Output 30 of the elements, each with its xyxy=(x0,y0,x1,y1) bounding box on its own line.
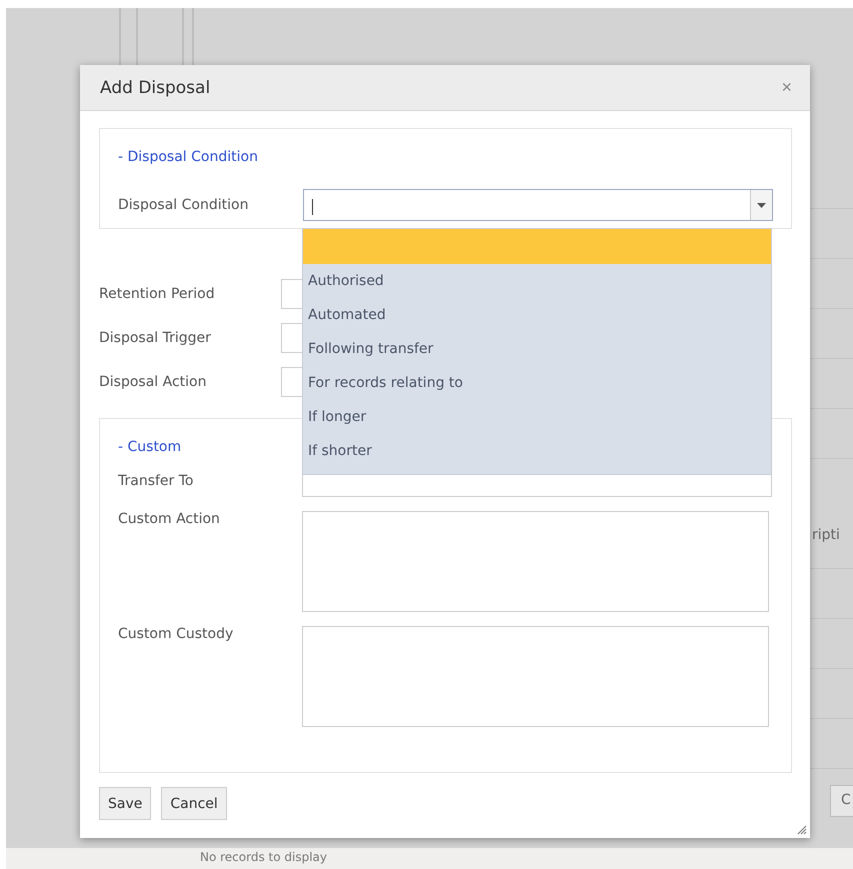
text-cursor xyxy=(312,199,313,215)
field-label: Disposal Trigger xyxy=(99,330,212,346)
field-label: Retention Period xyxy=(99,286,216,302)
highlighted-option[interactable] xyxy=(303,229,771,264)
column-header: ripti xyxy=(812,527,840,543)
field-label: Transfer To xyxy=(118,473,194,489)
combo-field[interactable] xyxy=(303,189,773,221)
caret-icon xyxy=(757,202,766,208)
section-toggle[interactable]: - Custom xyxy=(118,439,182,455)
dropdown-option[interactable]: Automated xyxy=(303,298,771,332)
field-label: Custom Action xyxy=(118,511,221,529)
empty-message: No records to display xyxy=(200,850,328,864)
field-label: Disposal Condition xyxy=(118,197,248,213)
dialog-title: Add Disposal xyxy=(100,78,210,98)
text-area[interactable] xyxy=(302,511,769,612)
dropdown-option[interactable]: Authorised xyxy=(303,264,771,298)
dropdown-option[interactable]: If shorter xyxy=(303,434,771,468)
field-label: Custom Custody xyxy=(118,626,234,644)
dropdown-option[interactable]: If longer xyxy=(303,400,771,434)
text-area[interactable] xyxy=(302,626,769,727)
dialog-button[interactable]: Cancel xyxy=(161,787,227,820)
section-toggle[interactable]: - Disposal Condition xyxy=(118,149,258,165)
field-label: Disposal Action xyxy=(99,374,208,390)
close-button[interactable]: × xyxy=(781,77,792,98)
resize-grip-icon[interactable] xyxy=(797,825,807,835)
dropdown-option[interactable]: For records relating to xyxy=(303,366,771,400)
dialog-button[interactable]: Save xyxy=(99,787,152,820)
page-button[interactable]: C xyxy=(830,785,853,817)
dropdown-option[interactable]: Following transfer xyxy=(303,332,771,366)
dropdown-button[interactable] xyxy=(750,190,772,220)
